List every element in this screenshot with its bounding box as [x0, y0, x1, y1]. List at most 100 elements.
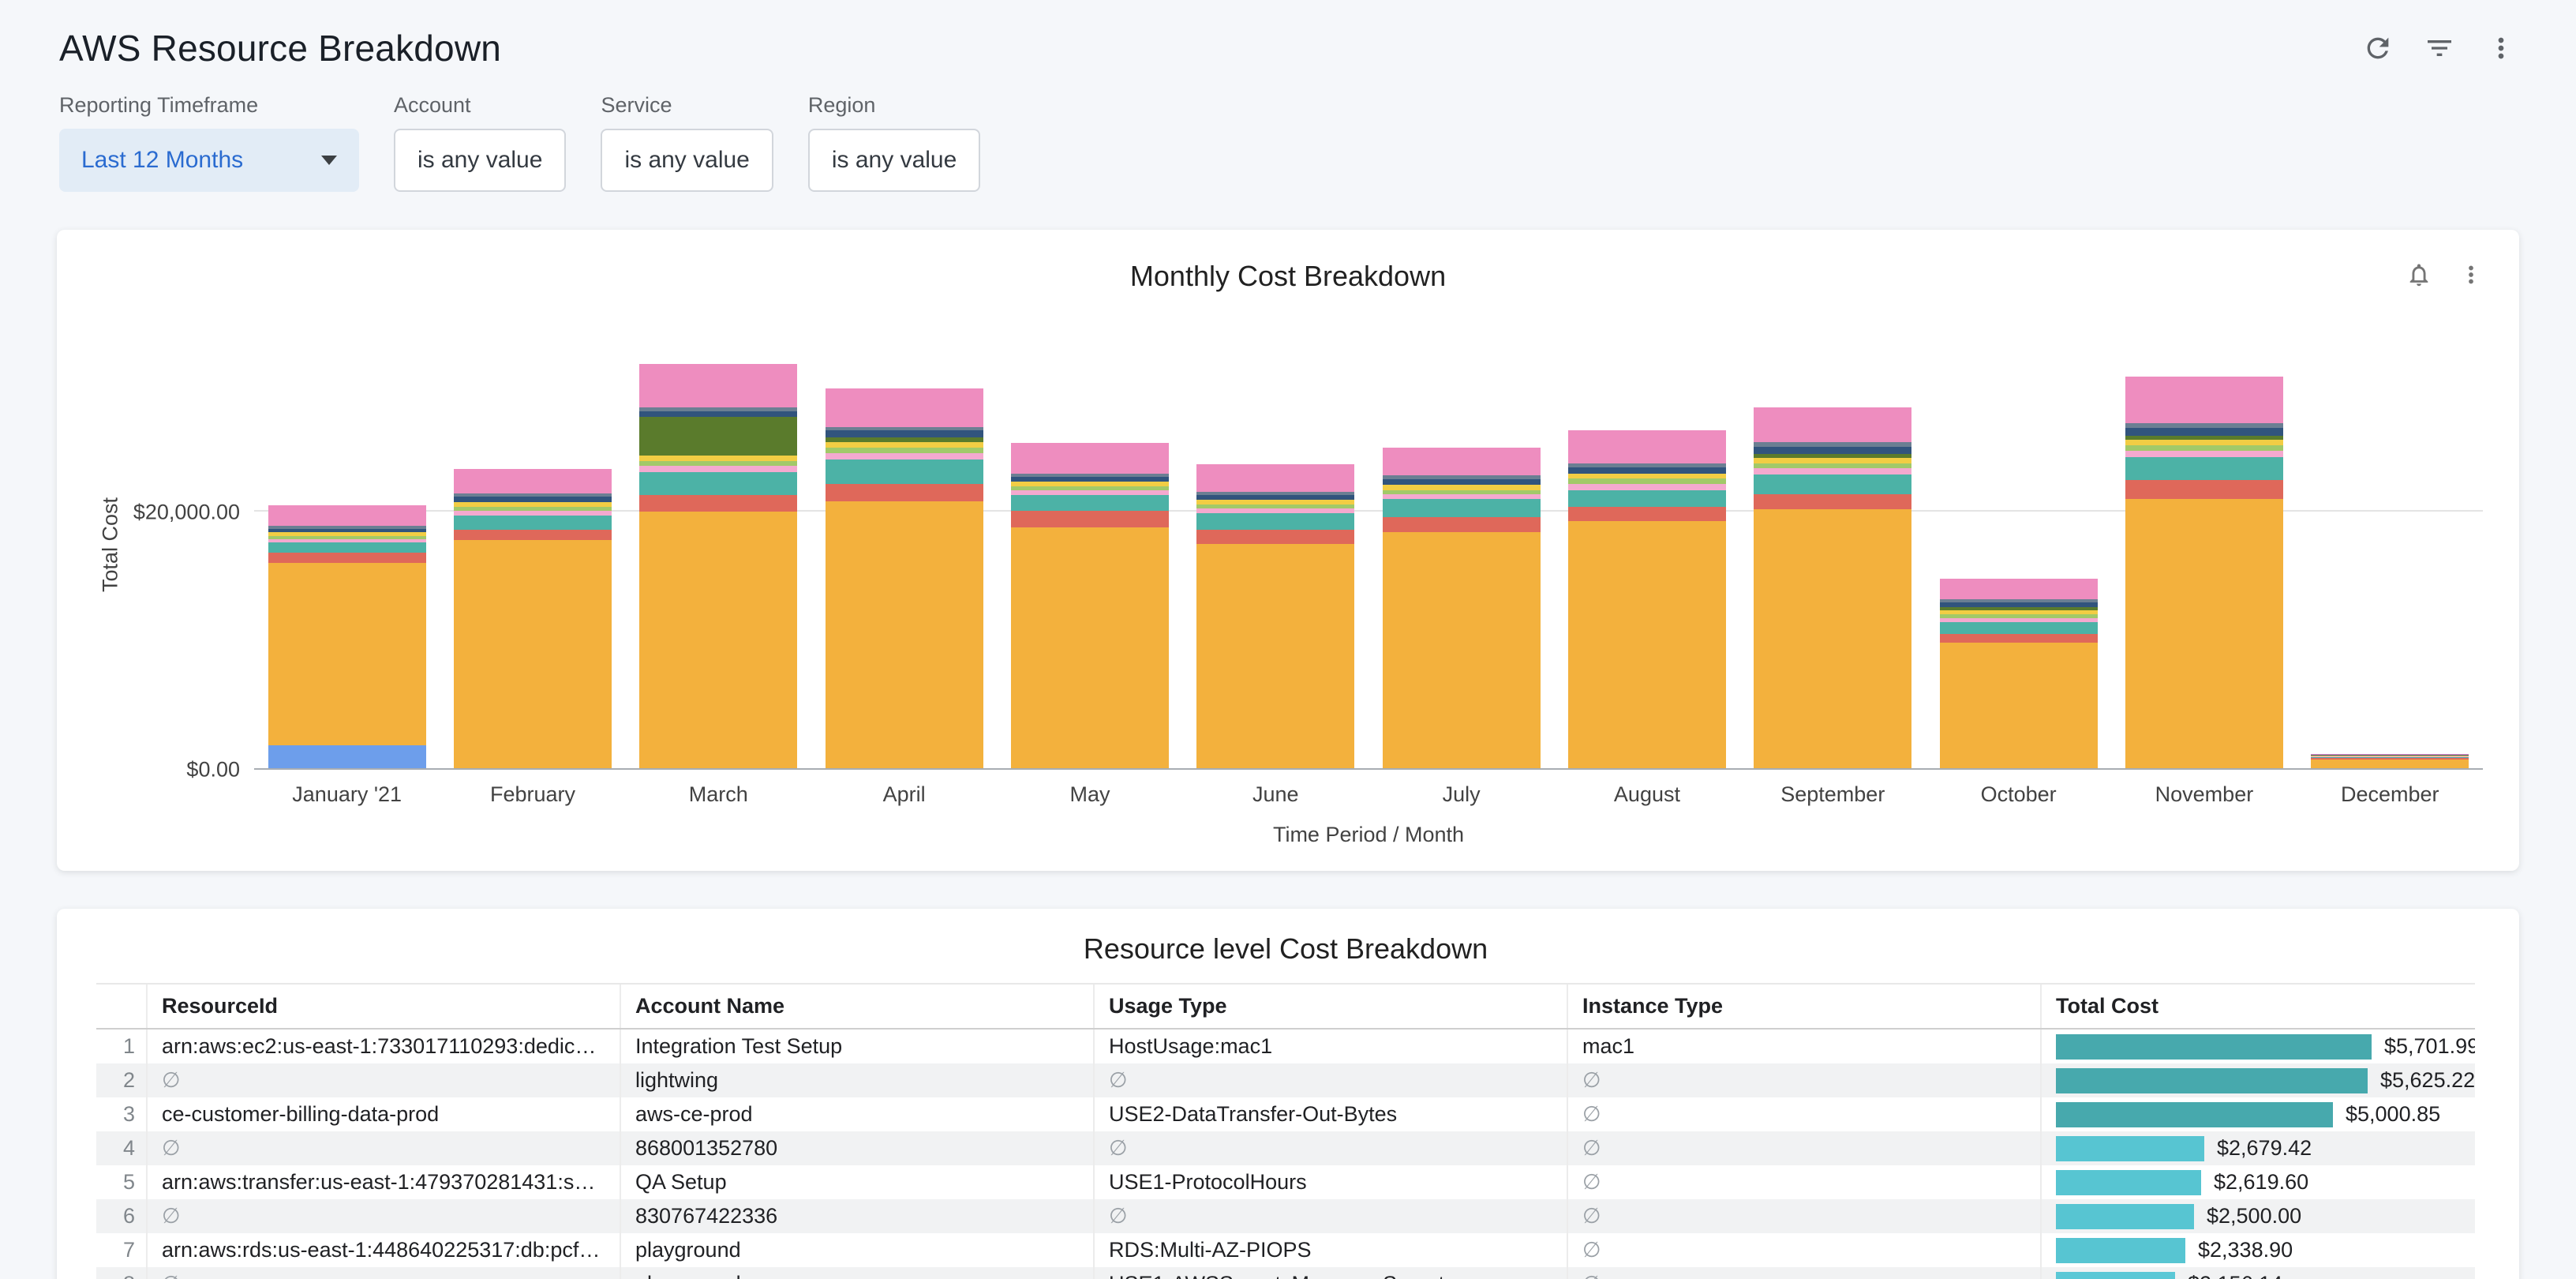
bar-segment[interactable] — [454, 540, 612, 768]
usage-type-cell[interactable]: ∅ — [1094, 1199, 1567, 1233]
bar-segment[interactable] — [268, 553, 426, 563]
account-name-cell[interactable]: Integration Test Setup — [620, 1029, 1094, 1063]
stacked-bar-10[interactable] — [1940, 320, 2098, 768]
bar-segment[interactable] — [2125, 499, 2283, 768]
usage-type-cell[interactable]: USE1-AWSSecretsManager-Secrets — [1094, 1267, 1567, 1279]
bar-segment[interactable] — [1011, 443, 1169, 474]
bar-segment[interactable] — [2125, 428, 2283, 436]
account-name-cell[interactable]: playground — [620, 1267, 1094, 1279]
bar-segment[interactable] — [1754, 447, 1911, 454]
region-filter-button[interactable]: is any value — [808, 129, 980, 192]
bar-segment[interactable] — [826, 453, 983, 459]
bar-segment[interactable] — [1196, 544, 1354, 768]
column-header[interactable]: Account Name — [620, 984, 1094, 1029]
resource-id-cell[interactable]: ∅ — [147, 1267, 620, 1279]
bar-segment[interactable] — [1011, 495, 1169, 510]
total-cost-cell[interactable]: $2,679.42 — [2041, 1131, 2475, 1165]
bar-segment[interactable] — [826, 430, 983, 437]
usage-type-cell[interactable]: ∅ — [1094, 1131, 1567, 1165]
more-menu-button[interactable] — [2481, 28, 2521, 68]
stacked-bar-4[interactable] — [826, 320, 983, 768]
bar-segment[interactable] — [1754, 407, 1911, 442]
stacked-bar-6[interactable] — [1196, 320, 1354, 768]
bar-segment[interactable] — [639, 364, 797, 407]
bar-segment[interactable] — [826, 459, 983, 484]
bar-segment[interactable] — [1754, 494, 1911, 509]
total-cost-cell[interactable]: $2,338.90 — [2041, 1233, 2475, 1267]
bar-segment[interactable] — [2125, 440, 2283, 445]
total-cost-cell[interactable]: $2,156.14 — [2041, 1267, 2475, 1279]
bar-segment[interactable] — [1568, 507, 1726, 521]
bar-segment[interactable] — [1754, 509, 1911, 768]
usage-type-cell[interactable]: USE1-ProtocolHours — [1094, 1165, 1567, 1199]
instance-type-cell[interactable]: mac1 — [1567, 1029, 2041, 1063]
resource-id-cell[interactable]: arn:aws:transfer:us-east-1:479370281431:… — [147, 1165, 620, 1199]
bar-segment[interactable] — [1011, 527, 1169, 768]
bar-segment[interactable] — [1754, 458, 1911, 463]
bar-segment[interactable] — [1940, 643, 2098, 768]
stacked-bar-7[interactable] — [1383, 320, 1541, 768]
bar-segment[interactable] — [1568, 490, 1726, 507]
instance-type-cell[interactable]: ∅ — [1567, 1233, 2041, 1267]
bar-segment[interactable] — [1940, 634, 2098, 643]
account-name-cell[interactable]: lightwing — [620, 1063, 1094, 1097]
bar-segment[interactable] — [454, 516, 612, 530]
usage-type-cell[interactable]: ∅ — [1094, 1063, 1567, 1097]
account-name-cell[interactable]: 868001352780 — [620, 1131, 1094, 1165]
resource-id-cell[interactable]: ce-customer-billing-data-prod — [147, 1097, 620, 1131]
alerts-button[interactable] — [2399, 255, 2439, 294]
bar-segment[interactable] — [639, 411, 797, 417]
bar-segment[interactable] — [1568, 430, 1726, 463]
bar-segment[interactable] — [1383, 448, 1541, 476]
resource-id-cell[interactable]: ∅ — [147, 1131, 620, 1165]
bar-segment[interactable] — [1383, 479, 1541, 485]
bar-segment[interactable] — [1568, 484, 1726, 490]
bar-segment[interactable] — [1940, 622, 2098, 634]
usage-type-cell[interactable]: HostUsage:mac1 — [1094, 1029, 1567, 1063]
instance-type-cell[interactable]: ∅ — [1567, 1097, 2041, 1131]
stacked-bar-5[interactable] — [1011, 320, 1169, 768]
bar-segment[interactable] — [639, 472, 797, 495]
bar-segment[interactable] — [1940, 579, 2098, 599]
usage-type-cell[interactable]: USE2-DataTransfer-Out-Bytes — [1094, 1097, 1567, 1131]
total-cost-cell[interactable]: $5,000.85 — [2041, 1097, 2475, 1131]
instance-type-cell[interactable]: ∅ — [1567, 1165, 2041, 1199]
bar-segment[interactable] — [1196, 464, 1354, 491]
chart-more-menu-button[interactable] — [2451, 255, 2491, 294]
filter-button[interactable] — [2420, 28, 2459, 68]
bar-segment[interactable] — [1754, 474, 1911, 493]
column-header[interactable]: ResourceId — [147, 984, 620, 1029]
refresh-button[interactable] — [2358, 28, 2398, 68]
account-filter-button[interactable]: is any value — [394, 129, 566, 192]
service-filter-button[interactable]: is any value — [601, 129, 773, 192]
bar-segment[interactable] — [826, 501, 983, 768]
bar-segment[interactable] — [1383, 499, 1541, 517]
bar-segment[interactable] — [1383, 532, 1541, 768]
total-cost-cell[interactable]: $2,500.00 — [2041, 1199, 2475, 1233]
timeframe-dropdown[interactable]: Last 12 Months — [59, 129, 359, 192]
stacked-bar-3[interactable] — [639, 320, 797, 768]
bar-segment[interactable] — [1196, 513, 1354, 530]
bar-segment[interactable] — [268, 563, 426, 745]
instance-type-cell[interactable]: ∅ — [1567, 1199, 2041, 1233]
bar-segment[interactable] — [2125, 451, 2283, 457]
resource-id-cell[interactable]: arn:aws:ec2:us-east-1:733017110293:dedic… — [147, 1029, 620, 1063]
column-header[interactable]: Usage Type — [1094, 984, 1567, 1029]
bar-segment[interactable] — [454, 530, 612, 540]
bar-segment[interactable] — [1011, 511, 1169, 527]
total-cost-cell[interactable]: $2,619.60 — [2041, 1165, 2475, 1199]
resource-id-cell[interactable]: ∅ — [147, 1063, 620, 1097]
bar-segment[interactable] — [2311, 760, 2469, 768]
bar-segment[interactable] — [268, 745, 426, 768]
bar-segment[interactable] — [826, 442, 983, 448]
stacked-bar-2[interactable] — [454, 320, 612, 768]
usage-type-cell[interactable]: RDS:Multi-AZ-PIOPS — [1094, 1233, 1567, 1267]
account-name-cell[interactable]: QA Setup — [620, 1165, 1094, 1199]
account-name-cell[interactable]: playground — [620, 1233, 1094, 1267]
bar-segment[interactable] — [639, 495, 797, 512]
bar-segment[interactable] — [454, 469, 612, 493]
column-header[interactable]: Instance Type — [1567, 984, 2041, 1029]
stacked-bar-9[interactable] — [1754, 320, 1911, 768]
bar-segment[interactable] — [639, 466, 797, 472]
stacked-bar-12[interactable] — [2311, 320, 2469, 768]
